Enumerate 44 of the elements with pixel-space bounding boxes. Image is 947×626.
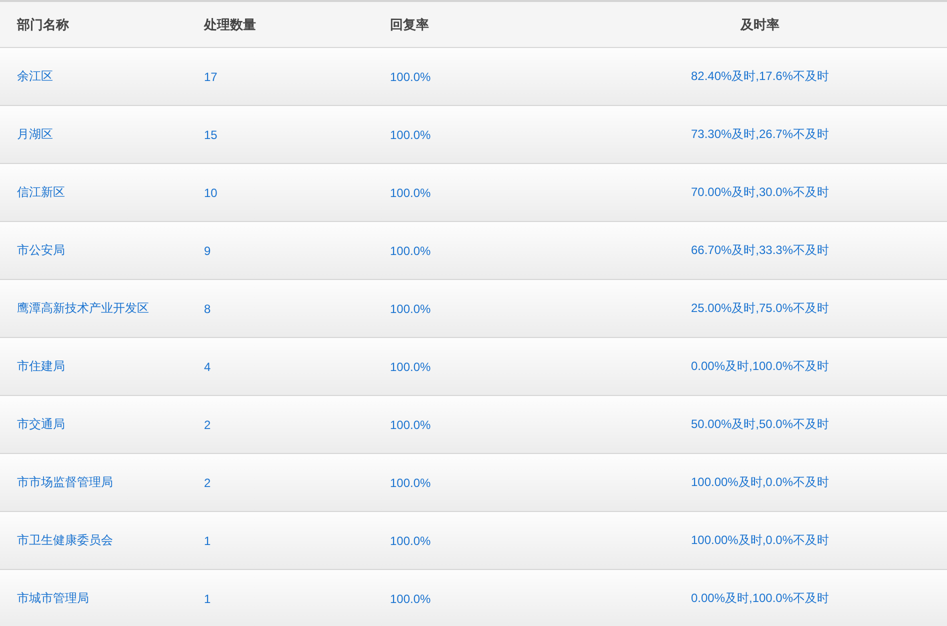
- count-cell: 9: [204, 244, 211, 258]
- count-cell: 8: [204, 302, 211, 316]
- timeliness-cell: 73.30%及时,26.7%不及时: [690, 126, 830, 143]
- department-cell: 市交通局: [17, 416, 65, 433]
- reply-rate-cell: 100.0%: [390, 244, 431, 258]
- reply-rate-cell: 100.0%: [390, 360, 431, 374]
- timeliness-cell: 70.00%及时,30.0%不及时: [690, 184, 830, 201]
- department-cell: 信江新区: [17, 184, 65, 201]
- column-header: 及时率: [740, 16, 780, 34]
- reply-rate-cell: 100.0%: [390, 128, 431, 142]
- reply-rate-cell: 100.0%: [390, 592, 431, 606]
- reply-rate-cell: 100.0%: [390, 186, 431, 200]
- department-cell: 市城市管理局: [17, 590, 89, 607]
- count-cell: 15: [204, 128, 218, 142]
- count-cell: 10: [204, 186, 218, 200]
- reply-rate-cell: 100.0%: [390, 534, 431, 548]
- column-header: 回复率: [390, 16, 429, 34]
- count-cell: 1: [204, 592, 211, 606]
- department-cell: 市公安局: [17, 242, 65, 259]
- department-cell: 月湖区: [17, 126, 53, 143]
- timeliness-cell: 0.00%及时,100.0%不及时: [690, 358, 830, 375]
- department-cell: 市卫生健康委员会: [17, 532, 113, 549]
- column-header: 处理数量: [204, 16, 256, 34]
- timeliness-cell: 66.70%及时,33.3%不及时: [690, 242, 830, 259]
- count-cell: 1: [204, 534, 211, 548]
- timeliness-cell: 100.00%及时,0.0%不及时: [690, 532, 830, 549]
- timeliness-cell: 0.00%及时,100.0%不及时: [690, 590, 830, 607]
- count-cell: 2: [204, 418, 211, 432]
- timeliness-cell: 100.00%及时,0.0%不及时: [690, 474, 830, 491]
- reply-rate-cell: 100.0%: [390, 476, 431, 490]
- timeliness-cell: 82.40%及时,17.6%不及时: [690, 68, 830, 85]
- column-header: 部门名称: [17, 16, 69, 34]
- count-cell: 17: [204, 70, 218, 84]
- timeliness-cell: 50.00%及时,50.0%不及时: [690, 416, 830, 433]
- timeliness-cell: 25.00%及时,75.0%不及时: [690, 300, 830, 317]
- reply-rate-cell: 100.0%: [390, 70, 431, 84]
- reply-rate-cell: 100.0%: [390, 418, 431, 432]
- count-cell: 2: [204, 476, 211, 490]
- department-cell: 鹰潭高新技术产业开发区: [17, 300, 149, 317]
- department-cell: 市市场监督管理局: [17, 474, 113, 491]
- department-cell: 市住建局: [17, 358, 65, 375]
- count-cell: 4: [204, 360, 211, 374]
- department-cell: 余江区: [17, 68, 53, 85]
- reply-rate-cell: 100.0%: [390, 302, 431, 316]
